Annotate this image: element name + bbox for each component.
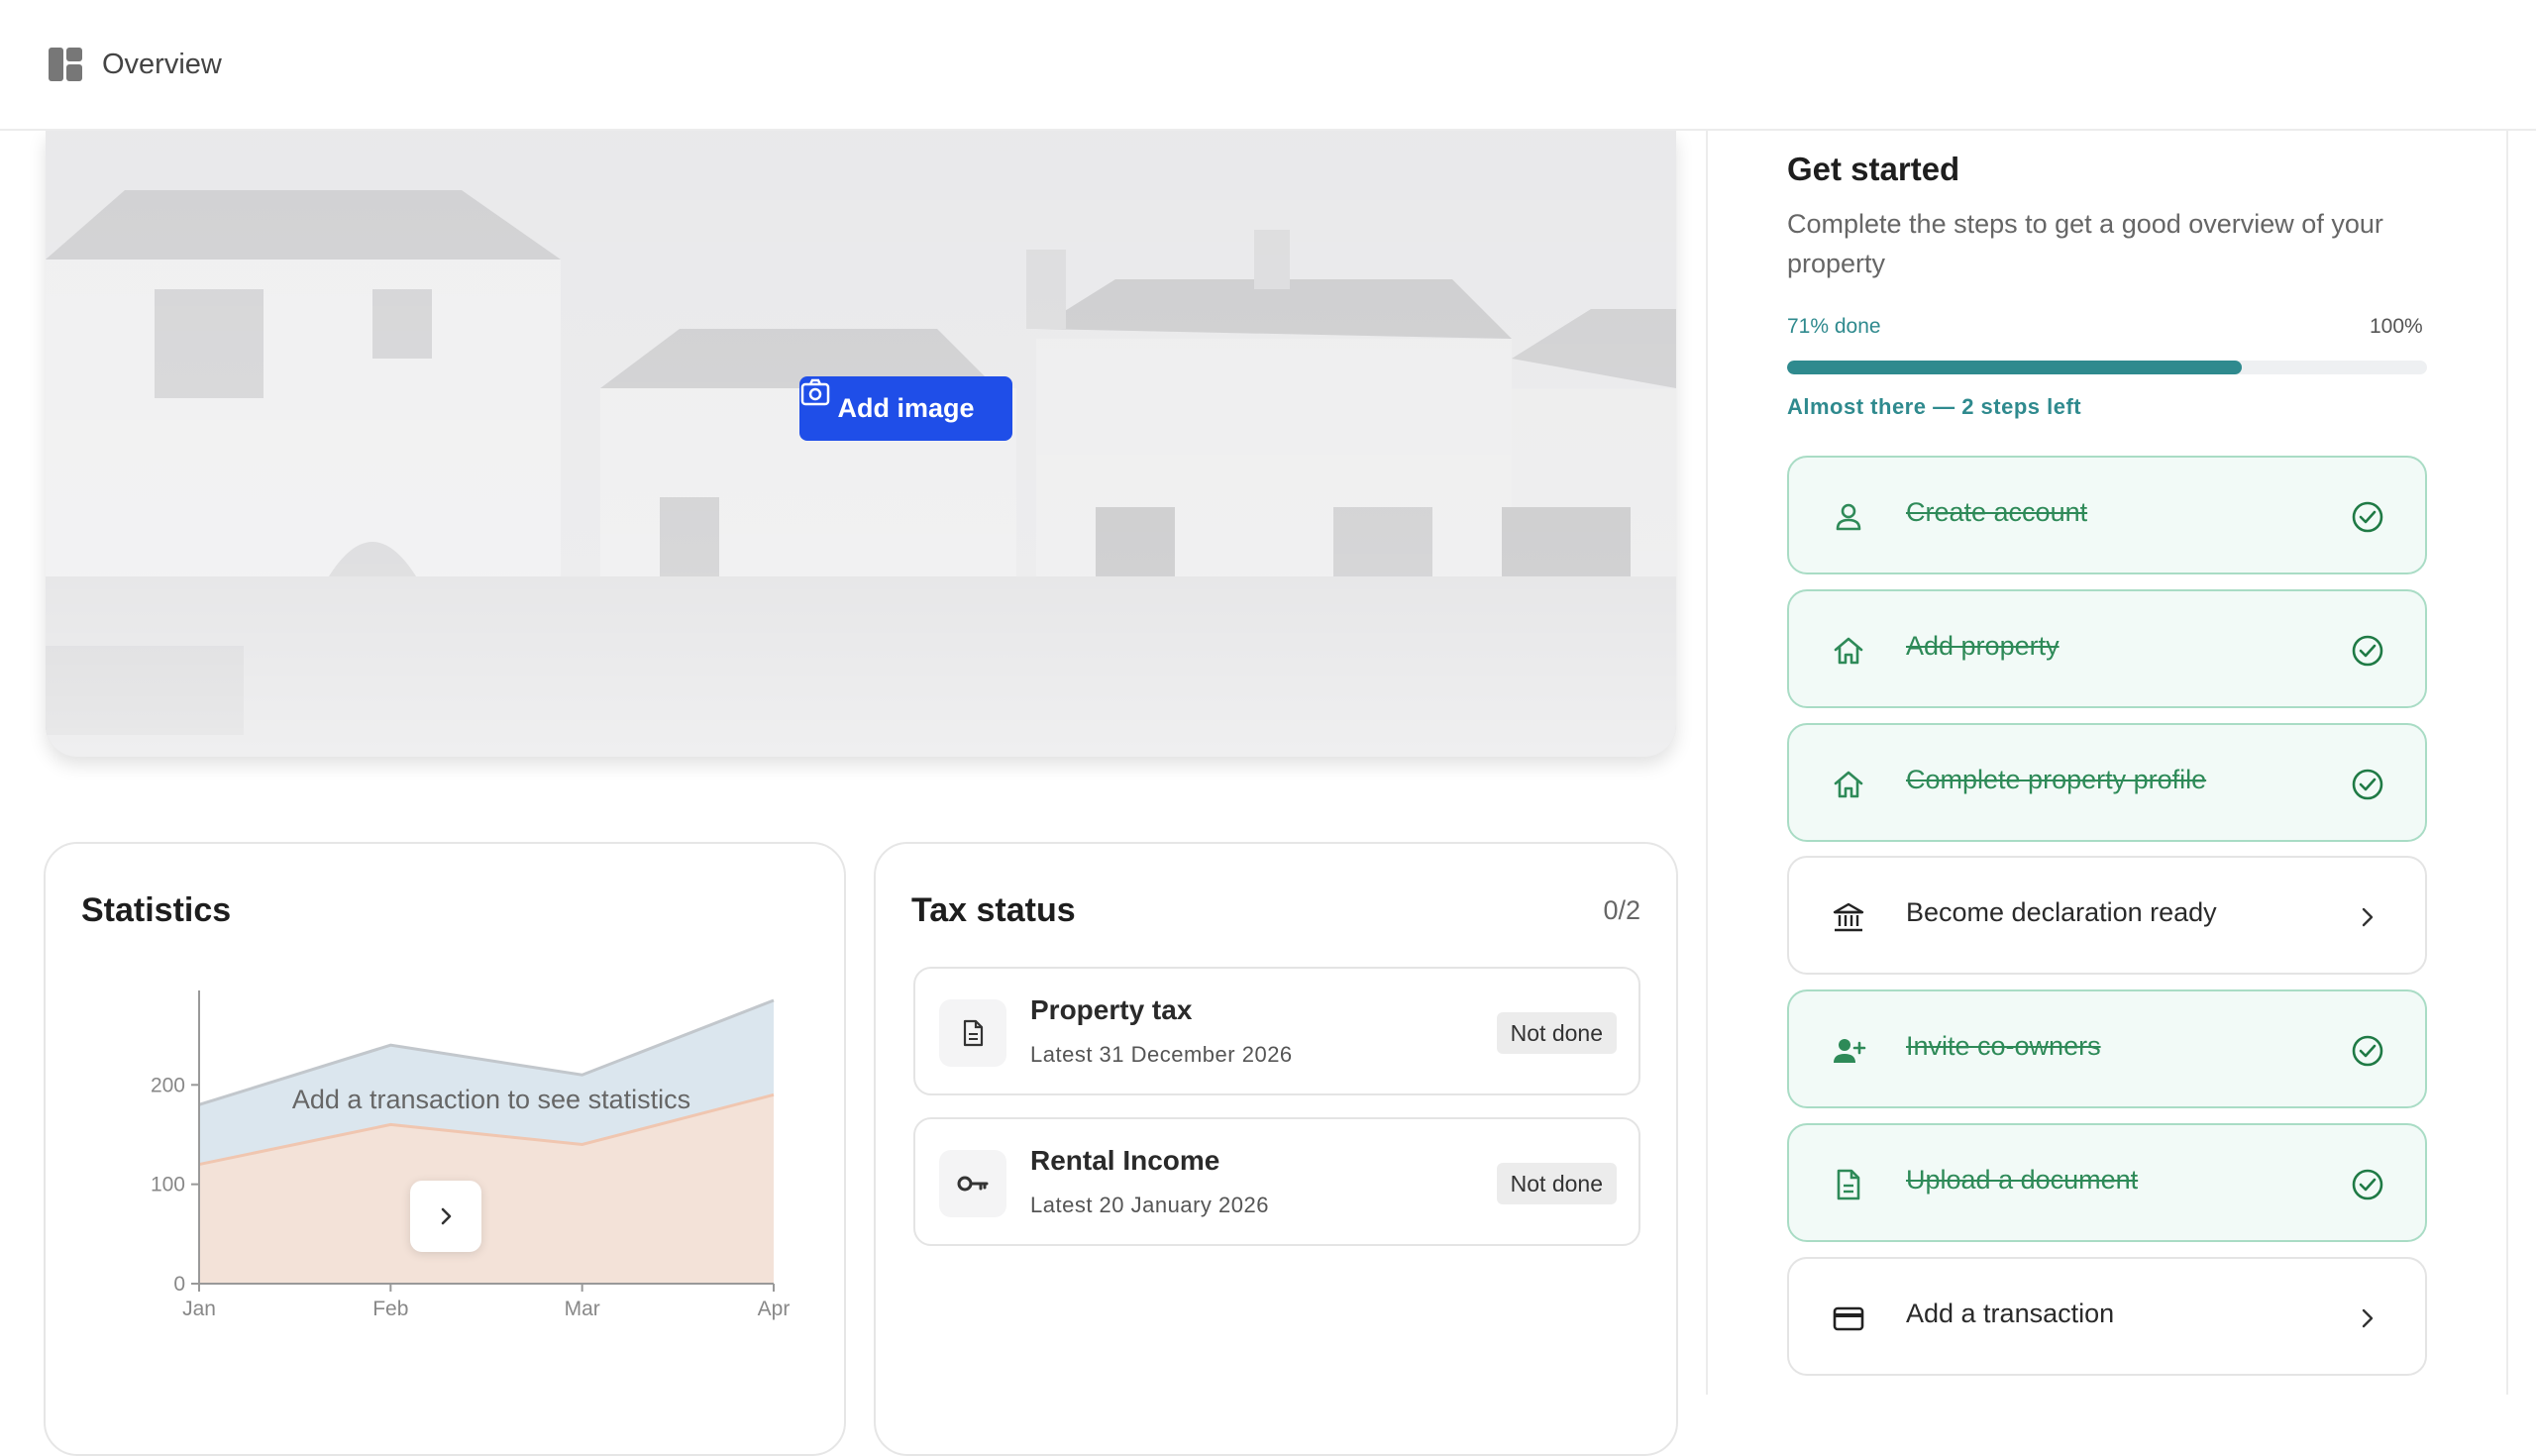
- check-circle-icon: [2352, 1169, 2383, 1200]
- bank-icon: [1833, 902, 1864, 932]
- x-tick-label: Jan: [182, 1298, 216, 1320]
- step-label: Upload a document: [1906, 1165, 2139, 1195]
- step-label: Invite co-owners: [1906, 1031, 2101, 1061]
- statistics-card: Statistics 0 100 200 Jan Feb Mar Apr Add a tra…: [44, 842, 846, 1456]
- add-image-label: Add image: [837, 393, 975, 423]
- camera-icon: [800, 378, 830, 406]
- check-circle-icon: [2352, 635, 2383, 667]
- step-invite-co-owners[interactable]: Invite co-owners: [1787, 989, 2427, 1108]
- step-label: Add a transaction: [1906, 1299, 2115, 1328]
- statistics-chart: 0 100 200 Jan Feb Mar Apr: [151, 990, 791, 1320]
- status-badge: Not done: [1496, 1163, 1617, 1204]
- step-label: Create account: [1906, 497, 2088, 527]
- step-complete-property-profile[interactable]: Complete property profile: [1787, 723, 2427, 842]
- progress-note: Almost there — 2 steps left: [1787, 394, 2082, 419]
- x-tick-label: Feb: [372, 1298, 408, 1320]
- tax-item-name: Rental Income: [1030, 1145, 1220, 1176]
- check-circle-icon: [2352, 501, 2383, 533]
- step-become-declaration-ready[interactable]: Become declaration ready: [1787, 856, 2427, 975]
- tax-status-count: 0/2: [1603, 895, 1640, 925]
- tax-status-title: Tax status: [911, 891, 1076, 929]
- document-icon: [939, 999, 1006, 1067]
- tax-item-rental-income[interactable]: Rental Income Latest 20 January 2026 Not…: [913, 1117, 1640, 1246]
- x-tick-label: Mar: [565, 1298, 600, 1320]
- progress-max-label: 100%: [2370, 315, 2423, 338]
- document-icon: [1837, 1169, 1860, 1200]
- y-tick-label: 0: [173, 1273, 185, 1296]
- tax-item-property-tax[interactable]: Property tax Latest 31 December 2026 Not…: [913, 967, 1640, 1095]
- tax-item-name: Property tax: [1030, 994, 1193, 1025]
- chevron-right-icon: [441, 1207, 452, 1225]
- tax-status-card: Tax status 0/2 Property tax Latest 31 De…: [874, 842, 1678, 1456]
- property-image: Add image: [46, 131, 1676, 757]
- chevron-right-icon: [2362, 1308, 2374, 1328]
- status-badge: Not done: [1496, 1012, 1617, 1054]
- user-plus-icon: [1834, 1039, 1866, 1063]
- progress-bar-fill: [1787, 361, 2242, 374]
- progress-label: 71% done: [1787, 315, 1881, 338]
- step-label: Become declaration ready: [1906, 897, 2217, 927]
- get-started-title: Get started: [1787, 151, 1960, 187]
- step-upload-a-document[interactable]: Upload a document: [1787, 1123, 2427, 1242]
- check-circle-icon: [2352, 769, 2383, 800]
- column-divider: [1706, 131, 1708, 1395]
- home-icon: [1834, 637, 1863, 665]
- layout-dashboard-icon: [49, 48, 82, 81]
- credit-card-icon: [1833, 1306, 1864, 1331]
- home-icon: [1834, 771, 1863, 798]
- tax-item-date: Latest 31 December 2026: [1030, 1042, 1293, 1067]
- y-tick-label: 200: [151, 1074, 185, 1096]
- step-add-property[interactable]: Add property: [1787, 589, 2427, 708]
- statistics-empty-message: Add a transaction to see statistics: [291, 1085, 691, 1114]
- step-create-account[interactable]: Create account: [1787, 456, 2427, 574]
- right-edge-divider: [2506, 131, 2508, 1395]
- tax-item-date: Latest 20 January 2026: [1030, 1193, 1269, 1217]
- statistics-next-button[interactable]: [410, 1181, 481, 1252]
- add-image-button[interactable]: Add image: [799, 376, 1012, 441]
- image-fade-overlay: [46, 131, 1676, 757]
- step-label: Complete property profile: [1906, 765, 2207, 794]
- step-label: Add property: [1906, 631, 2060, 661]
- x-tick-label: Apr: [758, 1298, 791, 1320]
- user-icon: [1836, 503, 1861, 531]
- top-bar: Overview: [0, 0, 2536, 131]
- chevron-right-icon: [2362, 907, 2374, 927]
- key-icon: [939, 1150, 1006, 1217]
- check-circle-icon: [2352, 1035, 2383, 1067]
- page-title: Overview: [102, 48, 222, 80]
- get-started-subtitle: Complete the steps to get a good overvie…: [1787, 209, 2383, 278]
- y-tick-label: 100: [151, 1174, 185, 1196]
- progress-bar: [1787, 361, 2427, 374]
- step-add-a-transaction[interactable]: Add a transaction: [1787, 1257, 2427, 1376]
